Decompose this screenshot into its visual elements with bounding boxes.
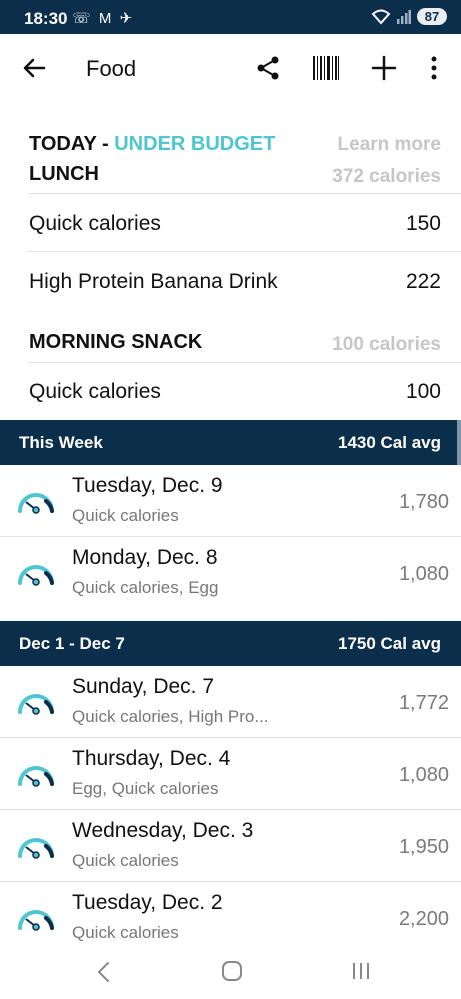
- day-row[interactable]: Wednesday, Dec. 3 Quick calories 1,950: [0, 810, 461, 882]
- share-button[interactable]: [252, 52, 284, 84]
- nav-recents-icon[interactable]: [350, 960, 372, 982]
- week-average: 1430 Cal avg: [337, 433, 441, 452]
- back-arrow-icon[interactable]: [20, 54, 48, 82]
- day-foods: Quick calories: [72, 923, 179, 942]
- page-title: Food: [86, 56, 137, 81]
- add-button[interactable]: [368, 52, 400, 84]
- status-time: 18:30: [24, 9, 68, 28]
- battery-indicator: 87: [417, 8, 447, 25]
- learn-more-link[interactable]: Learn more: [338, 134, 441, 156]
- day-name: Sunday, Dec. 7: [72, 675, 215, 698]
- morning-snack-calories: 100 calories: [332, 334, 441, 355]
- budget-status: UNDER BUDGET: [114, 133, 276, 155]
- week-average: 1750 Cal avg: [337, 634, 441, 653]
- today-dash: -: [96, 133, 115, 155]
- calorie-gauge-icon: [18, 694, 54, 715]
- notification-icons: ☏ M ✈: [72, 10, 135, 27]
- barcode-scan-button[interactable]: [310, 52, 342, 84]
- calorie-gauge-icon: [18, 565, 54, 586]
- day-calories: 1,780: [398, 491, 449, 513]
- today-label: TODAY: [29, 133, 97, 155]
- lunch-calories: 372 calories: [332, 166, 441, 187]
- morning-snack-header: MORNING SNACK: [29, 331, 203, 353]
- week-header: This Week 1430 Cal avg: [0, 420, 461, 465]
- barcode-icon: [313, 56, 339, 80]
- day-name: Monday, Dec. 8: [72, 546, 218, 569]
- calorie-gauge-icon: [18, 910, 54, 931]
- day-row[interactable]: Thursday, Dec. 4 Egg, Quick calories 1,0…: [0, 738, 461, 810]
- day-foods: Egg, Quick calories: [72, 779, 219, 798]
- divider: [28, 362, 461, 363]
- divider: [28, 251, 461, 252]
- food-entry-calories: 100: [405, 380, 441, 403]
- day-foods: Quick calories: [72, 851, 179, 870]
- day-foods: Quick calories: [72, 506, 179, 525]
- nav-home-icon[interactable]: [221, 960, 243, 982]
- status-right: 87: [371, 8, 447, 25]
- day-row[interactable]: Sunday, Dec. 7 Quick calories, High Pro.…: [0, 666, 461, 738]
- app-bar: Food: [0, 34, 461, 102]
- day-calories: 1,772: [398, 692, 449, 714]
- day-foods: Quick calories, High Pro...: [72, 707, 269, 726]
- lunch-header: LUNCH: [29, 163, 99, 185]
- more-options-button[interactable]: [418, 52, 450, 84]
- day-row[interactable]: Tuesday, Dec. 2 Quick calories 2,200: [0, 882, 461, 954]
- signal-icon: [397, 9, 411, 24]
- day-calories: 1,080: [398, 563, 449, 585]
- day-calories: 2,200: [398, 908, 449, 930]
- food-entry-calories: 150: [405, 212, 441, 235]
- today-header: TODAY - UNDER BUDGET: [29, 133, 275, 156]
- calorie-gauge-icon: [18, 838, 54, 859]
- day-calories: 1,950: [398, 836, 449, 858]
- food-entry-name: High Protein Banana Drink: [29, 270, 278, 293]
- week-header: Dec 1 - Dec 7 1750 Cal avg: [0, 621, 461, 666]
- calorie-gauge-icon: [18, 493, 54, 514]
- calorie-gauge-icon: [18, 766, 54, 787]
- day-name: Wednesday, Dec. 3: [72, 819, 254, 842]
- food-entry-calories: 222: [405, 270, 441, 293]
- nav-back-icon[interactable]: [95, 960, 111, 984]
- day-calories: 1,080: [398, 764, 449, 786]
- share-icon: [257, 56, 279, 80]
- food-entry-name: Quick calories: [29, 212, 161, 235]
- week-label: Dec 1 - Dec 7: [19, 634, 125, 653]
- more-vert-icon: [431, 56, 437, 80]
- week-label: This Week: [19, 433, 103, 452]
- system-nav-bar: [0, 948, 461, 999]
- day-row[interactable]: Monday, Dec. 8 Quick calories, Egg 1,080: [0, 537, 461, 609]
- day-name: Tuesday, Dec. 2: [72, 891, 223, 914]
- scrollbar[interactable]: [457, 420, 461, 465]
- day-name: Tuesday, Dec. 9: [72, 474, 223, 497]
- food-entry-name: Quick calories: [29, 380, 161, 403]
- wifi-icon: [371, 9, 391, 25]
- day-name: Thursday, Dec. 4: [72, 747, 231, 770]
- day-row[interactable]: Tuesday, Dec. 9 Quick calories 1,780: [0, 465, 461, 537]
- plus-icon: [371, 55, 397, 81]
- status-bar: 18:30 ☏ M ✈ 87: [0, 0, 461, 34]
- day-foods: Quick calories, Egg: [72, 578, 219, 597]
- divider: [28, 193, 461, 194]
